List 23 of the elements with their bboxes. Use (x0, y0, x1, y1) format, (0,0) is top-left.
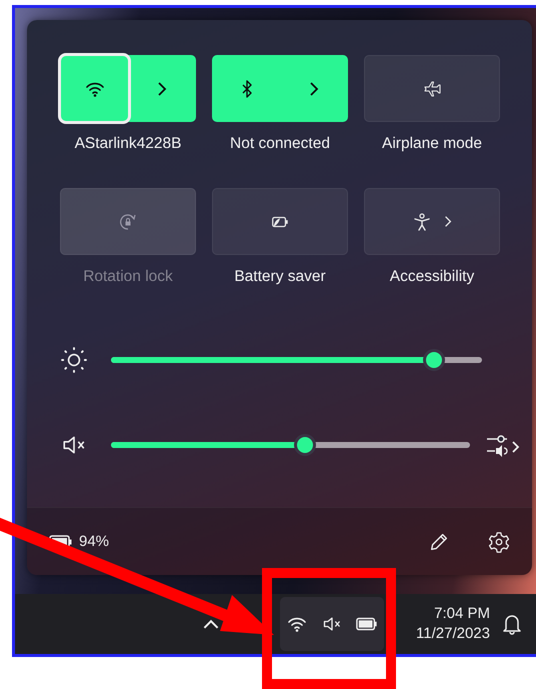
clock-time: 7:04 PM (434, 604, 490, 624)
tile-label: AStarlink4228B (74, 135, 182, 153)
chevron-right-icon (156, 80, 166, 96)
tile-label: Not connected (230, 135, 330, 153)
rotation-lock-icon (118, 212, 138, 232)
battery-percentage: 94% (79, 533, 110, 550)
system-tray-button[interactable] (280, 597, 384, 651)
accessibility-icon (412, 212, 432, 232)
clock-date: 11/27/2023 (416, 624, 490, 644)
brightness-icon (61, 347, 87, 373)
tile-label: Rotation lock (83, 268, 173, 286)
chevron-right-icon (444, 215, 452, 228)
tile-label: Battery saver (234, 268, 326, 286)
toggle-tile[interactable] (212, 55, 348, 122)
tile-label: Accessibility (390, 268, 474, 286)
chevron-right-icon (308, 80, 318, 96)
tile-label: Airplane mode (382, 135, 482, 153)
settings-icon[interactable] (488, 530, 510, 552)
chevron-up-icon[interactable] (202, 618, 220, 630)
airplane-icon (422, 78, 442, 98)
toggle-tile[interactable] (60, 55, 196, 122)
notification-bell-icon[interactable] (502, 613, 522, 635)
audio-output-icon[interactable] (484, 433, 522, 457)
